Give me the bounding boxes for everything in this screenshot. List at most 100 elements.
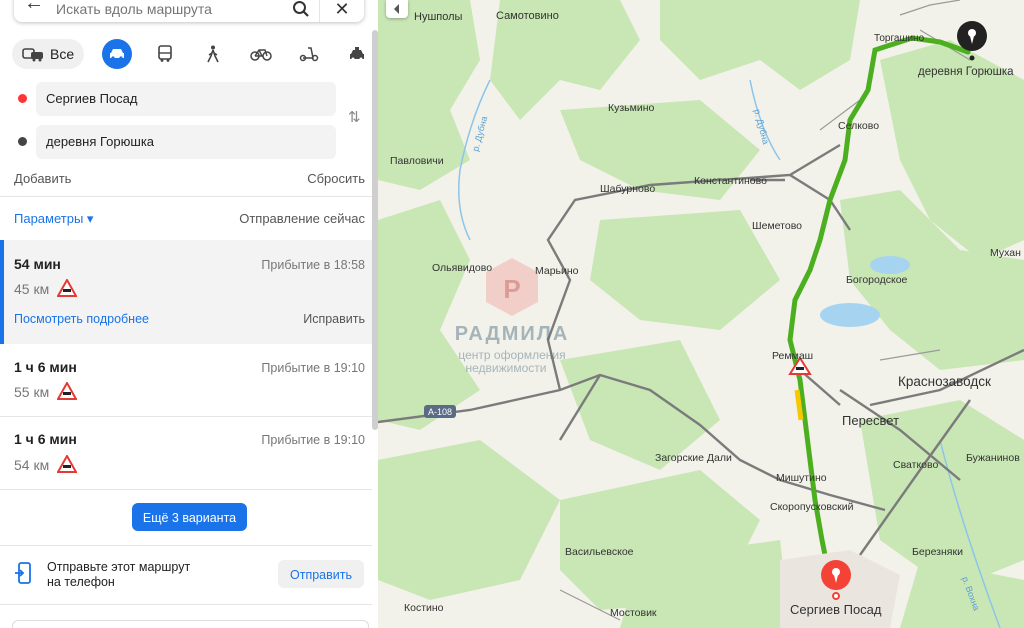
route-fix-link[interactable]: Исправить (303, 312, 365, 326)
mode-taxi-button[interactable] (342, 39, 372, 69)
place-label: Мостовик (610, 607, 657, 619)
send-to-phone-icon (15, 562, 31, 584)
place-label: Марьино (535, 265, 579, 277)
mode-bike-button[interactable] (246, 39, 276, 69)
place-label: Селково (838, 120, 879, 132)
road-works-icon (57, 455, 77, 473)
start-point-dot (18, 94, 27, 103)
mode-walk-button[interactable] (198, 39, 228, 69)
place-label: Загорские Дали (655, 452, 732, 464)
divider (0, 545, 372, 546)
route-option-2[interactable]: 1 ч 6 мин Прибытие в 19:10 55 км (0, 344, 372, 416)
search-along-route-input[interactable] (54, 0, 283, 18)
place-label: Константиново (694, 175, 767, 187)
highway-label: А-108 (428, 407, 452, 417)
more-variants-button[interactable]: Ещё 3 варианта (132, 503, 247, 531)
taxi-icon (350, 47, 365, 61)
place-label: Пересвет (842, 413, 899, 428)
place-label: Ольявидово (432, 262, 492, 274)
place-label: Кузьмино (608, 102, 655, 114)
route-panel: ← ✕ Все Сергиев Посад (0, 0, 378, 628)
place-label: Сергиев Посад (790, 602, 882, 617)
place-label: Торгашино (874, 33, 925, 44)
road-works-icon (57, 279, 77, 297)
route-point-from: Сергиев Посад (14, 82, 336, 116)
car-bus-icon (22, 48, 43, 62)
scooter-icon (299, 47, 319, 62)
route-duration: 54 мин (14, 256, 61, 272)
send-text-line1: Отправьте этот маршрут (47, 560, 191, 574)
route-duration: 1 ч 6 мин (14, 431, 77, 447)
mode-all-button[interactable]: Все (12, 39, 85, 69)
divider (0, 489, 372, 490)
route-arrival: Прибытие в 18:58 (261, 258, 365, 272)
place-label: Шабурново (600, 183, 655, 195)
params-row: Параметры ▾ Отправление сейчас (14, 211, 365, 227)
back-arrow-icon[interactable]: ← (14, 0, 54, 15)
send-button[interactable]: Отправить (278, 560, 364, 588)
place-label: Шеметово (752, 220, 802, 232)
transport-modes: Все (12, 38, 372, 70)
send-route-text: Отправьте этот маршрут на телефон (47, 560, 247, 590)
place-label: Краснозаводск (898, 374, 991, 389)
mode-car-button[interactable] (102, 39, 133, 69)
send-text-line2: на телефон (47, 575, 115, 589)
chevron-left-icon (394, 4, 399, 14)
route-distance: 45 км (14, 281, 50, 297)
place-label: Мухан (990, 247, 1021, 259)
place-label: Павловичи (390, 155, 444, 167)
to-field[interactable]: деревня Горюшка (36, 125, 336, 159)
close-icon[interactable]: ✕ (319, 0, 364, 22)
route-distance: 55 км (14, 384, 50, 400)
collapse-panel-button[interactable] (386, 0, 408, 18)
route-option-3[interactable]: 1 ч 6 мин Прибытие в 19:10 54 км (0, 417, 372, 489)
place-label: Самотовино (496, 10, 559, 22)
pedestrian-icon (207, 45, 219, 63)
route-duration: 1 ч 6 мин (14, 359, 77, 375)
reset-link[interactable]: Сбросить (307, 171, 365, 186)
bottom-card (12, 620, 369, 628)
swap-points-icon[interactable]: ⇅ (348, 108, 361, 126)
search-icon[interactable] (283, 0, 319, 18)
place-label: Березняки (912, 546, 963, 558)
route-details-link[interactable]: Посмотреть подробнее (14, 312, 149, 326)
map-view[interactable]: А-108 Р РАДМИЛА центр оформления недвижи… (378, 0, 1024, 628)
highway-badge: А-108 (424, 405, 456, 418)
divider (0, 196, 372, 197)
route-arrival: Прибытие в 19:10 (261, 433, 365, 447)
watermark-title: РАДМИЛА (455, 323, 570, 345)
place-label: Реммаш (772, 350, 813, 362)
divider (0, 604, 372, 605)
route-distance: 54 км (14, 457, 50, 473)
place-label: Сватково (893, 459, 938, 471)
route-search-bar: ← ✕ (14, 0, 364, 22)
route-arrival: Прибытие в 19:10 (261, 361, 365, 375)
place-label: Мишутино (776, 472, 827, 484)
mode-all-label: Все (50, 46, 75, 62)
map-canvas: А-108 Р РАДМИЛА центр оформления недвижи… (378, 0, 1024, 628)
mode-scooter-button[interactable] (294, 39, 324, 69)
place-label: Нушполы (414, 11, 463, 23)
mode-transit-button[interactable] (150, 39, 180, 69)
bicycle-icon (250, 49, 272, 61)
watermark-sub2: недвижимости (466, 361, 547, 375)
place-label: Костино (404, 602, 444, 614)
from-field[interactable]: Сергиев Посад (36, 82, 336, 116)
bus-icon (158, 45, 172, 62)
end-point-dot (18, 137, 27, 146)
place-label: Богородское (846, 274, 908, 286)
place-label: деревня Горюшка (918, 66, 1014, 78)
place-label: Скоропусковский (770, 501, 854, 513)
departure-time[interactable]: Отправление сейчас (239, 211, 365, 227)
watermark-logo-letter: Р (503, 274, 520, 304)
add-point-link[interactable]: Добавить (14, 171, 71, 186)
route-point-to: деревня Горюшка (14, 125, 336, 159)
road-works-icon (57, 382, 77, 400)
car-icon (110, 49, 125, 60)
place-label: Бужанинов (966, 452, 1020, 464)
place-label: Васильевское (565, 546, 634, 558)
params-dropdown[interactable]: Параметры ▾ (14, 211, 93, 227)
watermark-sub1: центр оформления (458, 348, 565, 362)
route-option-1[interactable]: 54 мин Прибытие в 18:58 45 км Посмотреть… (0, 240, 372, 344)
points-actions: Добавить Сбросить (14, 171, 365, 186)
